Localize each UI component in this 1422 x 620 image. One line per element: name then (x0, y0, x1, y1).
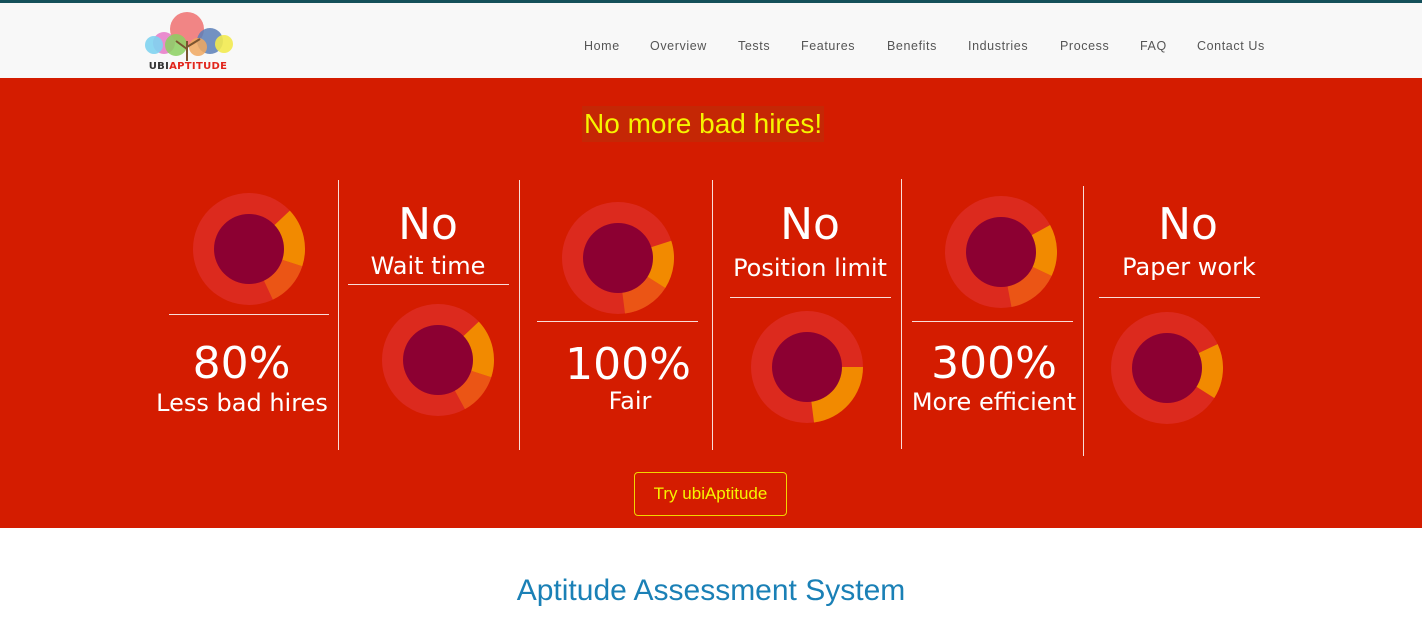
stat-label: More efficient (911, 388, 1077, 416)
donut-chart-icon (193, 193, 305, 305)
column-separator (537, 321, 698, 322)
logo-tree-icon (145, 12, 233, 61)
nav-item-tests[interactable]: Tests (738, 39, 770, 53)
donut-chart-icon (562, 202, 674, 314)
column-separator (348, 284, 509, 285)
stat-label: Wait time (370, 252, 486, 280)
hero-banner: No more bad hires! 80% Less bad hires No… (0, 78, 1422, 528)
column-divider (901, 179, 902, 449)
column-separator (1099, 297, 1260, 298)
nav-item-contact-us[interactable]: Contact Us (1197, 39, 1265, 53)
logo-wordmark: UBIAPTITUDE (148, 61, 228, 72)
donut-chart-icon (945, 196, 1057, 308)
try-ubiaptitude-button[interactable]: Try ubiAptitude (634, 472, 787, 516)
column-separator (912, 321, 1073, 322)
donut-chart-icon (382, 304, 494, 416)
donut-chart-icon (751, 311, 863, 423)
nav-item-overview[interactable]: Overview (650, 39, 707, 53)
stat-label: Less bad hires (156, 389, 328, 417)
nav-item-home[interactable]: Home (584, 39, 620, 53)
column-divider (712, 180, 713, 450)
column-divider (519, 180, 520, 450)
stat-label: Position limit (733, 254, 887, 282)
column-separator (730, 297, 891, 298)
stat-value: 100% (565, 339, 691, 390)
hero-tagline: No more bad hires! (582, 106, 825, 142)
stat-value: 80% (192, 338, 291, 389)
stat-value: 300% (931, 338, 1057, 389)
stat-value: No (780, 199, 840, 250)
nav-item-process[interactable]: Process (1060, 39, 1109, 53)
nav-item-benefits[interactable]: Benefits (887, 39, 937, 53)
section-title: Aptitude Assessment System (516, 574, 906, 607)
nav-item-faq[interactable]: FAQ (1140, 39, 1167, 53)
nav-item-industries[interactable]: Industries (968, 39, 1028, 53)
stat-label: Fair (608, 387, 652, 415)
stat-label: Paper work (1122, 253, 1256, 281)
donut-chart-icon (1111, 312, 1223, 424)
stat-value: No (1158, 199, 1218, 250)
column-divider (338, 180, 339, 450)
site-header: UBIAPTITUDE Home Overview Tests Features Ben… (0, 3, 1422, 78)
brand-logo[interactable]: UBIAPTITUDE (140, 11, 236, 77)
column-separator (169, 314, 329, 315)
stat-value: No (398, 199, 458, 250)
nav-item-features[interactable]: Features (801, 39, 855, 53)
